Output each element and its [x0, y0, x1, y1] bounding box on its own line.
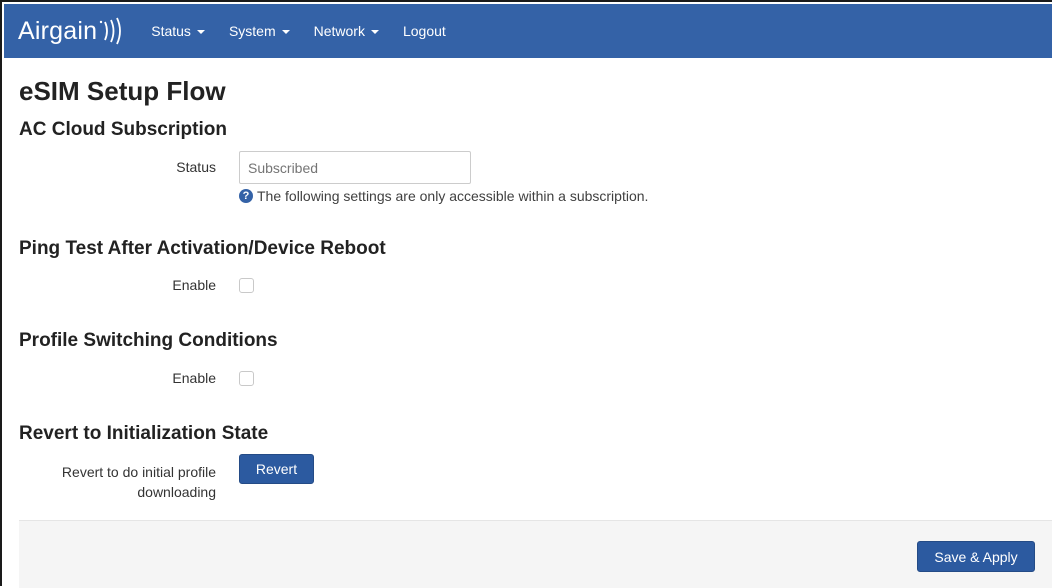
page-title: eSIM Setup Flow — [19, 76, 226, 106]
nav-system-label: System — [228, 23, 276, 39]
nav-logout-link[interactable]: Logout — [403, 23, 446, 39]
profile-switching-enable-label: Enable — [172, 370, 216, 386]
caret-down-icon — [196, 30, 205, 34]
section-title-ping-test: Ping Test After Activation/Device Reboot — [19, 238, 386, 259]
question-circle-icon: ? — [239, 189, 253, 203]
revert-label: Revert to do initial profile downloading — [62, 462, 216, 502]
section-title-subscription: AC Cloud Subscription — [19, 119, 227, 140]
revert-button[interactable]: Revert — [239, 454, 314, 484]
status-label: Status — [176, 159, 216, 175]
subscription-help: ? The following settings are only access… — [239, 188, 648, 204]
section-title-profile-switching: Profile Switching Conditions — [19, 330, 278, 351]
subscription-status-input[interactable] — [239, 151, 471, 184]
ping-enable-checkbox[interactable] — [239, 278, 254, 293]
form-footer: Save & Apply — [19, 520, 1052, 588]
nav-status-menu[interactable]: Status — [151, 23, 205, 39]
brand-name: Airgain — [18, 16, 98, 45]
section-title-revert: Revert to Initialization State — [19, 423, 269, 444]
profile-switching-enable-checkbox[interactable] — [239, 371, 254, 386]
revert-label-line1: Revert to do initial profile — [61, 464, 216, 480]
brand-logo[interactable]: Airgain — [18, 16, 129, 46]
nav-logout-label: Logout — [402, 23, 446, 39]
caret-down-icon — [281, 30, 290, 34]
caret-down-icon — [370, 30, 379, 34]
nav-network-label: Network — [313, 23, 365, 39]
top-navbar: Airgain Status System Network Logout — [4, 4, 1052, 58]
app-frame: Airgain Status System Network Logout eSI… — [0, 0, 1052, 588]
signal-waves-icon — [99, 16, 129, 46]
help-text: The following settings are only accessib… — [257, 188, 649, 204]
nav-system-menu[interactable]: System — [229, 23, 290, 39]
nav-network-menu[interactable]: Network — [314, 23, 379, 39]
save-apply-button[interactable]: Save & Apply — [917, 541, 1035, 572]
ping-enable-label: Enable — [172, 277, 216, 293]
revert-label-line2: downloading — [137, 484, 216, 500]
nav-status-label: Status — [151, 23, 191, 39]
